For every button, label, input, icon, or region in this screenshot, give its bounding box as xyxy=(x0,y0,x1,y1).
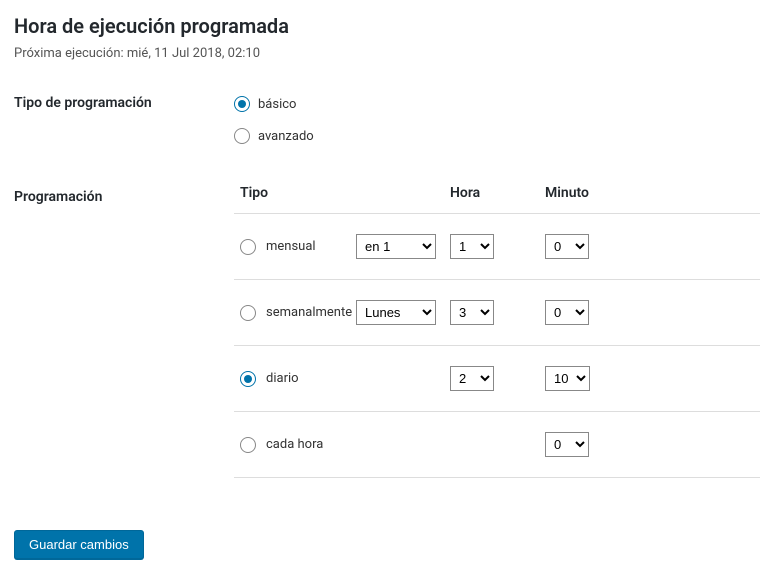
select-mensual-minuto[interactable]: 0 xyxy=(545,234,589,259)
select-semanalmente-hora[interactable]: 3 xyxy=(450,300,494,325)
label-mensual: mensual xyxy=(266,239,316,254)
col-header-minuto: Minuto xyxy=(545,185,640,201)
select-diario-hora[interactable]: 2 xyxy=(450,366,494,391)
radio-diario[interactable] xyxy=(240,371,256,387)
page-title: Hora de ejecución programada xyxy=(14,14,760,38)
radio-avanzado-label: avanzado xyxy=(258,129,314,144)
label-cada-hora: cada hora xyxy=(266,437,323,452)
label-diario: diario xyxy=(266,371,299,386)
radio-cada-hora[interactable] xyxy=(240,437,256,453)
radio-basico-label: básico xyxy=(258,97,296,112)
select-mensual-day[interactable]: en 1 xyxy=(356,234,436,259)
radio-avanzado[interactable] xyxy=(234,128,250,144)
select-semanalmente-day[interactable]: Lunes xyxy=(356,300,436,325)
row-semanalmente: semanalmente Lunes 3 0 xyxy=(234,280,760,346)
select-semanalmente-minuto[interactable]: 0 xyxy=(545,300,589,325)
save-button[interactable]: Guardar cambios xyxy=(14,530,144,559)
select-diario-minuto[interactable]: 10 xyxy=(545,366,590,391)
radio-mensual[interactable] xyxy=(240,239,256,255)
col-header-tipo: Tipo xyxy=(240,185,450,201)
radio-basico[interactable] xyxy=(234,96,250,112)
select-cada-hora-minuto[interactable]: 0 xyxy=(545,432,589,457)
label-programacion: Programación xyxy=(14,185,234,205)
next-run-label: Próxima ejecución: mié, 11 Jul 2018, 02:… xyxy=(14,46,760,61)
col-header-hora: Hora xyxy=(450,185,545,201)
row-diario: diario 2 10 xyxy=(234,346,760,412)
row-cada-hora: cada hora 0 xyxy=(234,412,760,478)
select-mensual-hora[interactable]: 1 xyxy=(450,234,494,259)
label-semanalmente: semanalmente xyxy=(266,305,352,320)
label-tipo-programacion: Tipo de programación xyxy=(14,91,234,111)
radio-semanalmente[interactable] xyxy=(240,305,256,321)
row-mensual: mensual en 1 1 0 xyxy=(234,214,760,280)
